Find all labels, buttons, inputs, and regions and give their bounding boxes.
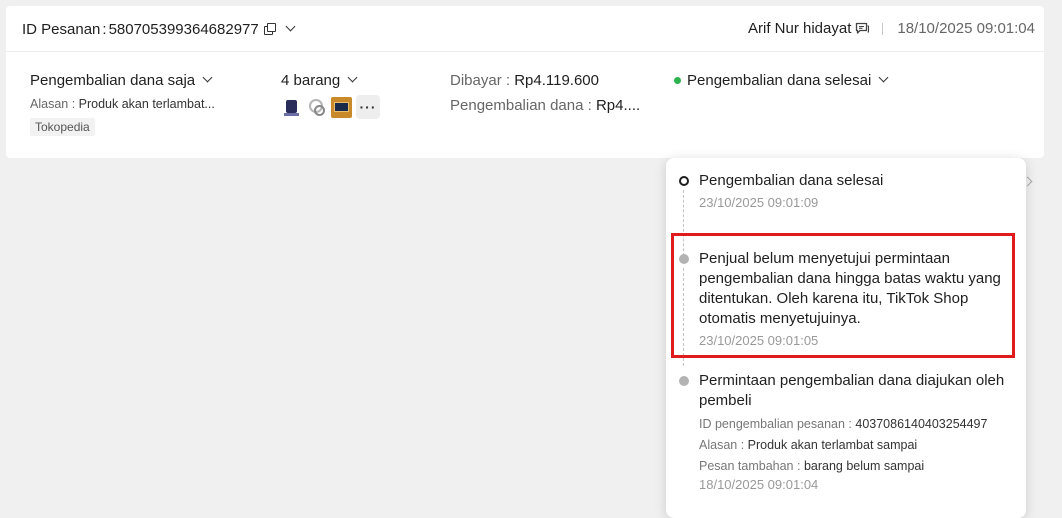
annotation-highlight-box	[671, 233, 1015, 358]
order-header-right: Arif Nur hidayat 18/10/2025 09:01:04	[748, 20, 1035, 37]
refund-amount-label: Pengembalian dana	[450, 97, 584, 114]
order-id-value: 580705399364682977	[108, 21, 259, 38]
more-items-button[interactable]: ···	[356, 95, 380, 119]
item-thumbnails: ···	[281, 95, 380, 119]
items-column: 4 barang ···	[281, 72, 380, 119]
payment-column: Dibayar : Rp4.119.600 Pengembalian dana …	[450, 72, 640, 114]
refund-type-column: Pengembalian dana saja Alasan : Produk a…	[30, 72, 215, 136]
timeline-detail: Pesan tambahan : barang belum sampai	[699, 459, 925, 473]
product-thumbnail[interactable]	[281, 96, 302, 118]
copy-icon[interactable]	[263, 23, 277, 36]
chevron-down-icon[interactable]	[285, 21, 296, 32]
status-dot	[674, 77, 681, 84]
refund-reason: Alasan : Produk akan terlambat...	[30, 97, 215, 111]
timeline-time: 23/10/2025 09:01:09	[699, 195, 819, 210]
header-divider	[882, 22, 884, 35]
product-thumbnail[interactable]	[306, 96, 327, 118]
timeline-detail: ID pengembalian pesanan : 40370861404032…	[699, 417, 988, 431]
status-column: Pengembalian dana selesai	[674, 72, 889, 89]
order-card: ID Pesanan : 580705399364682977 Arif Nur…	[6, 6, 1044, 158]
detail-label: ID pengembalian pesanan	[699, 417, 845, 431]
refund-amount: Pengembalian dana : Rp4....	[450, 97, 641, 114]
order-card-header: ID Pesanan : 580705399364682977 Arif Nur…	[6, 6, 1044, 52]
chevron-down-icon	[878, 72, 889, 83]
status-label: Pengembalian dana selesai	[687, 72, 872, 89]
timeline-time: 18/10/2025 09:01:04	[699, 477, 819, 492]
buyer-name[interactable]: Arif Nur hidayat	[748, 20, 851, 37]
detail-value: barang belum sampai	[803, 459, 925, 473]
order-date: 18/10/2025 09:01:04	[897, 20, 1035, 37]
timeline-dot-current	[679, 176, 689, 186]
paid-label: Dibayar	[450, 72, 502, 89]
chevron-down-icon	[202, 72, 213, 83]
refund-type-label: Pengembalian dana saja	[30, 72, 196, 89]
items-count-dropdown[interactable]: 4 barang	[281, 72, 380, 89]
chat-icon[interactable]	[855, 22, 870, 35]
timeline-title: Permintaan pengembalian dana diajukan ol…	[699, 372, 1005, 409]
timeline-detail: Alasan : Produk akan terlambat sampai	[699, 438, 918, 452]
chevron-down-icon	[347, 72, 358, 83]
source-tag: Tokopedia	[30, 118, 95, 136]
refund-amount-value: Rp4....	[595, 97, 641, 114]
status-dropdown[interactable]: Pengembalian dana selesai	[674, 72, 889, 89]
paid-value: Rp4.119.600	[514, 72, 599, 89]
detail-value: Produk akan terlambat sampai	[747, 438, 918, 452]
detail-label: Pesan tambahan	[699, 459, 794, 473]
refund-type-dropdown[interactable]: Pengembalian dana saja	[30, 72, 215, 89]
detail-label: Alasan	[699, 438, 738, 452]
order-id-label: ID Pesanan	[22, 21, 101, 38]
refund-reason-label: Alasan	[30, 97, 69, 111]
timeline-dot	[679, 376, 689, 386]
order-id-separator: :	[102, 21, 107, 38]
refund-reason-value: Produk akan terlambat...	[78, 97, 215, 111]
timeline-title: Pengembalian dana selesai	[699, 172, 884, 189]
order-id: ID Pesanan : 580705399364682977	[22, 21, 296, 38]
detail-value: 4037086140403254497	[855, 417, 988, 431]
product-thumbnail[interactable]	[331, 96, 352, 118]
timeline-item: Pengembalian dana selesai 23/10/2025 09:…	[699, 171, 1009, 210]
paid-amount: Dibayar : Rp4.119.600	[450, 72, 599, 89]
items-count: 4 barang	[281, 72, 341, 89]
timeline-item: Permintaan pengembalian dana diajukan ol…	[699, 371, 1009, 492]
